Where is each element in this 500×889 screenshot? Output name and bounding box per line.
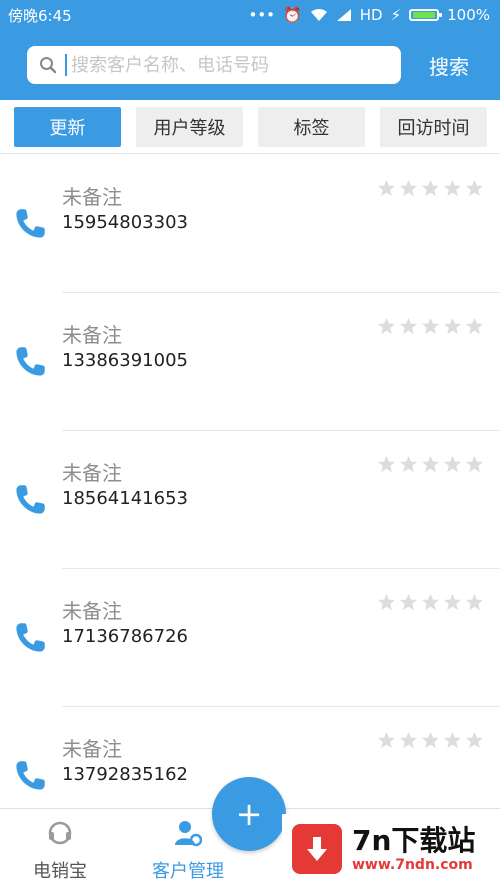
headset-icon: [48, 821, 72, 845]
signal-icon: [336, 9, 351, 21]
star-icon[interactable]: [399, 317, 418, 336]
customer-settings-icon: [175, 821, 203, 847]
filter-update[interactable]: 更新: [14, 106, 121, 147]
nav-dianxiaobao[interactable]: 电销宝: [0, 819, 120, 883]
star-icon[interactable]: [399, 179, 418, 198]
star-icon[interactable]: [465, 455, 484, 474]
watermark-title: 7n下载站: [352, 824, 476, 857]
rating-stars: [377, 317, 484, 336]
download-icon: [292, 824, 342, 874]
star-icon[interactable]: [421, 317, 440, 336]
rating-stars: [377, 455, 484, 474]
network-type: HD: [359, 6, 383, 24]
star-icon[interactable]: [443, 179, 462, 198]
watermark-url: www.7ndn.com: [352, 857, 473, 873]
status-bar: 傍晚6:45 ••• ⏰ HD ⚡ 100%: [0, 0, 500, 30]
star-icon[interactable]: [421, 731, 440, 750]
filter-bar: 更新 用户等级 标签 回访时间: [0, 100, 500, 154]
phone-icon[interactable]: [13, 621, 47, 655]
contact-item[interactable]: 未备注 17136786726: [0, 569, 500, 707]
nav-customer-management-label: 客户管理: [152, 861, 224, 882]
search-box[interactable]: [27, 46, 401, 84]
phone-icon[interactable]: [13, 345, 47, 379]
star-icon[interactable]: [465, 179, 484, 198]
star-icon[interactable]: [399, 455, 418, 474]
contact-phone: 17136786726: [62, 626, 188, 647]
filter-visit-time[interactable]: 回访时间: [380, 106, 487, 147]
star-icon[interactable]: [465, 317, 484, 336]
rating-stars: [377, 593, 484, 612]
star-icon[interactable]: [399, 731, 418, 750]
more-icon: •••: [248, 6, 276, 24]
search-header: 搜索: [0, 30, 500, 100]
star-icon[interactable]: [465, 731, 484, 750]
nav-dianxiaobao-label: 电销宝: [33, 861, 87, 882]
rating-stars: [377, 731, 484, 750]
contact-phone: 15954803303: [62, 212, 188, 233]
star-icon[interactable]: [399, 593, 418, 612]
search-button[interactable]: 搜索: [429, 51, 469, 80]
contact-item[interactable]: 未备注 15954803303: [0, 155, 500, 293]
contact-item[interactable]: 未备注 18564141653: [0, 431, 500, 569]
battery-percent: 100%: [447, 6, 490, 24]
search-input[interactable]: [67, 49, 373, 81]
phone-icon[interactable]: [13, 207, 47, 241]
phone-icon[interactable]: [13, 483, 47, 517]
star-icon[interactable]: [443, 455, 462, 474]
status-time: 傍晚6:45: [8, 6, 72, 25]
star-icon[interactable]: [443, 593, 462, 612]
add-customer-button[interactable]: +: [212, 777, 286, 851]
star-icon[interactable]: [377, 731, 396, 750]
star-icon[interactable]: [465, 593, 484, 612]
contact-note: 未备注: [62, 323, 122, 347]
charging-icon: ⚡: [390, 6, 402, 24]
phone-icon[interactable]: [13, 759, 47, 793]
search-icon: [40, 57, 57, 74]
star-icon[interactable]: [377, 593, 396, 612]
filter-tag[interactable]: 标签: [258, 106, 365, 147]
star-icon[interactable]: [421, 179, 440, 198]
contact-note: 未备注: [62, 185, 122, 209]
wifi-icon: [310, 8, 327, 21]
star-icon[interactable]: [421, 455, 440, 474]
contact-note: 未备注: [62, 461, 122, 485]
star-icon[interactable]: [377, 455, 396, 474]
contact-note: 未备注: [62, 599, 122, 623]
rating-stars: [377, 179, 484, 198]
star-icon[interactable]: [377, 179, 396, 198]
battery-icon: [409, 9, 443, 21]
contact-item[interactable]: 未备注 13386391005: [0, 293, 500, 431]
star-icon[interactable]: [377, 317, 396, 336]
star-icon[interactable]: [443, 731, 462, 750]
contact-phone: 13386391005: [62, 350, 188, 371]
contact-phone: 13792835162: [62, 764, 188, 785]
filter-user-level[interactable]: 用户等级: [136, 106, 243, 147]
contact-phone: 18564141653: [62, 488, 188, 509]
watermark: 7n下载站 www.7ndn.com: [282, 814, 496, 884]
contact-note: 未备注: [62, 737, 122, 761]
contact-list: 未备注 15954803303 未备注 13386391005 未备注 1856…: [0, 155, 500, 845]
star-icon[interactable]: [443, 317, 462, 336]
star-icon[interactable]: [421, 593, 440, 612]
alarm-icon: ⏰: [283, 6, 302, 24]
